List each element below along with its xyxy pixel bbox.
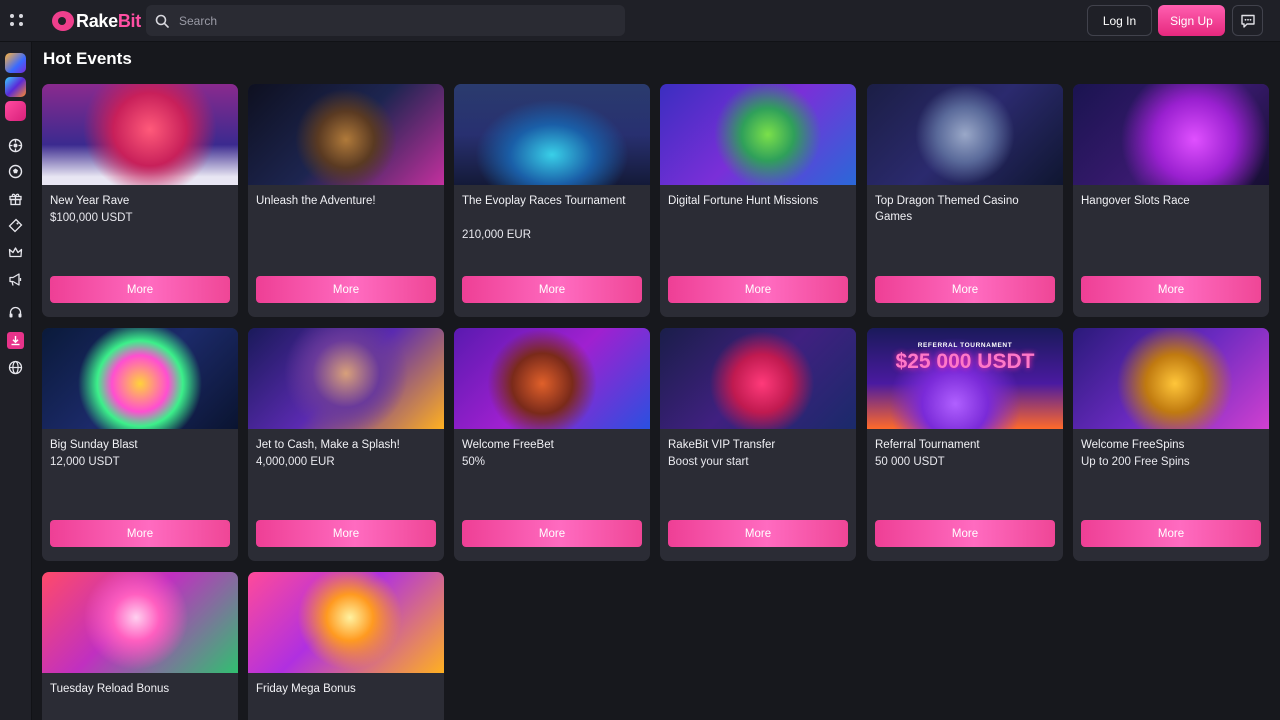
event-image [248,84,444,185]
more-button[interactable]: More [1081,276,1261,303]
referral-banner-amount: $25 000 USDT [895,350,1035,373]
event-card[interactable]: REFERRAL TOURNAMENT $25 000 USDT Referra… [867,328,1063,561]
event-image [42,84,238,185]
event-card[interactable]: Top Dragon Themed Casino Games More [867,84,1063,317]
more-button[interactable]: More [1081,520,1261,547]
event-card[interactable]: The Evoplay Races Tournament 210,000 EUR… [454,84,650,317]
logo[interactable]: RakeBit [52,10,141,32]
event-title: Top Dragon Themed Casino Games [875,195,1019,223]
sidebar-game-thumbnail[interactable] [5,77,26,97]
event-image [867,84,1063,185]
event-title: Welcome FreeBet [462,439,554,451]
search-icon [155,14,169,28]
signup-button[interactable]: Sign Up [1158,5,1225,36]
sidebar [0,42,32,720]
event-prize: 210,000 EUR [462,229,532,241]
event-card[interactable]: Welcome FreeBet 50% More [454,328,650,561]
chat-button[interactable] [1232,5,1263,36]
event-image [1073,84,1269,185]
event-image [42,572,238,673]
casino-icon[interactable] [7,137,24,154]
sports-icon[interactable] [7,163,24,180]
event-card[interactable]: Big Sunday Blast 12,000 USDT More [42,328,238,561]
event-card[interactable]: Hangover Slots Race More [1073,84,1269,317]
event-card[interactable]: RakeBit VIP Transfer Boost your start Mo… [660,328,856,561]
event-image [660,328,856,429]
event-title: Referral Tournament [875,439,980,451]
event-title: Welcome FreeSpins [1081,439,1185,451]
event-card[interactable]: Friday Mega Bonus [248,572,444,720]
login-button[interactable]: Log In [1087,5,1152,36]
search-box[interactable] [146,5,625,36]
crown-icon[interactable] [7,244,24,261]
event-card[interactable]: Unleash the Adventure! More [248,84,444,317]
event-card[interactable]: Digital Fortune Hunt Missions More [660,84,856,317]
event-title: New Year Rave [50,195,130,207]
more-button[interactable]: More [256,276,436,303]
event-image [1073,328,1269,429]
event-image [248,328,444,429]
event-prize: Up to 200 Free Spins [1081,456,1190,468]
event-card[interactable]: New Year Rave $100,000 USDT More [42,84,238,317]
event-title: Jet to Cash, Make a Splash! [256,439,400,451]
event-title: Hangover Slots Race [1081,195,1190,207]
event-title: Digital Fortune Hunt Missions [668,195,819,207]
event-image: REFERRAL TOURNAMENT $25 000 USDT [867,328,1063,429]
more-button[interactable]: More [875,520,1055,547]
more-button[interactable]: More [668,276,848,303]
download-icon[interactable] [7,332,24,349]
event-title: The Evoplay Races Tournament [462,195,626,207]
more-button[interactable]: More [50,520,230,547]
chat-icon [1240,14,1255,28]
more-button[interactable]: More [668,520,848,547]
more-button[interactable]: More [875,276,1055,303]
referral-banner-caption: REFERRAL TOURNAMENT [917,342,1013,349]
event-title: Unleash the Adventure! [256,195,376,207]
event-image [248,572,444,673]
megaphone-icon[interactable] [7,271,24,288]
event-prize: 50 000 USDT [875,456,945,468]
event-card[interactable]: Welcome FreeSpins Up to 200 Free Spins M… [1073,328,1269,561]
event-card[interactable]: Jet to Cash, Make a Splash! 4,000,000 EU… [248,328,444,561]
logo-pig-icon [52,11,74,31]
top-bar: RakeBit Log In Sign Up [0,0,1280,42]
globe-icon[interactable] [7,359,24,376]
sidebar-game-thumbnail[interactable] [5,53,26,73]
event-title: RakeBit VIP Transfer [668,439,776,451]
sidebar-game-thumbnail[interactable] [5,101,26,121]
menu-grid-icon[interactable] [5,8,29,32]
gift-icon[interactable] [7,190,24,207]
referral-banner: REFERRAL TOURNAMENT $25 000 USDT [867,342,1063,374]
event-image [454,328,650,429]
event-title: Tuesday Reload Bonus [50,683,170,695]
more-button[interactable]: More [462,276,642,303]
logo-text-accent: Bit [117,10,141,31]
page-title: Hot Events [43,49,132,68]
event-prize: 12,000 USDT [50,456,120,468]
event-image [660,84,856,185]
event-title: Friday Mega Bonus [256,683,356,695]
more-button[interactable]: More [50,276,230,303]
event-prize: 50% [462,456,486,468]
ticket-icon[interactable] [7,217,24,234]
logo-text: Rake [76,10,118,31]
event-prize: Boost your start [668,456,749,468]
more-button[interactable]: More [462,520,642,547]
event-card[interactable]: Tuesday Reload Bonus [42,572,238,720]
event-prize: 4,000,000 EUR [256,456,335,468]
event-title: Big Sunday Blast [50,439,138,451]
more-button[interactable]: More [256,520,436,547]
event-image [454,84,650,185]
search-input[interactable] [177,12,601,29]
event-image [42,328,238,429]
headset-icon[interactable] [7,304,24,321]
event-prize: $100,000 USDT [50,212,133,224]
